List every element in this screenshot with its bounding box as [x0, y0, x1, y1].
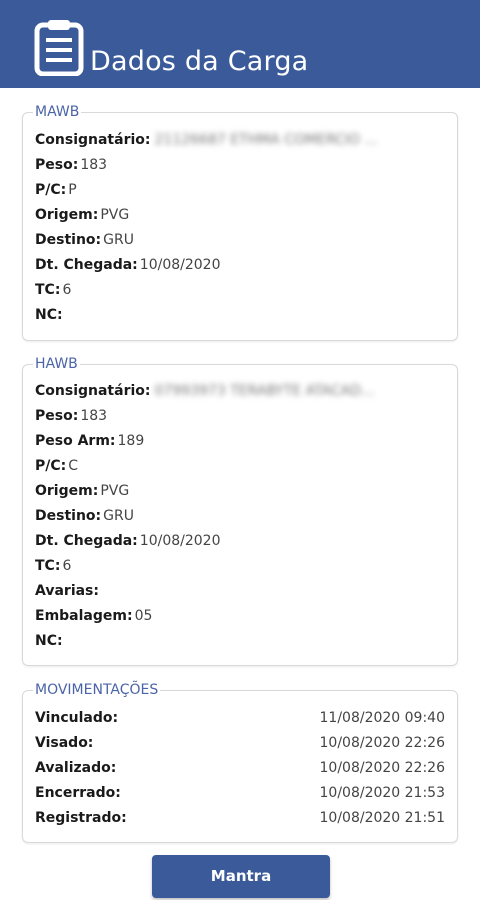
hawb-row-destino: Destino: GRU [35, 505, 445, 527]
field-label: Avarias: [35, 583, 99, 599]
timestamp: 10/08/2020 22:26 [319, 735, 446, 751]
hawb-legend: HAWB [33, 355, 80, 373]
field-label: Origem: [35, 207, 99, 223]
field-value: 07993973 TERABYTE ATACAD... [154, 383, 375, 399]
field-label: Dt. Chegada: [35, 533, 138, 549]
mantra-button[interactable]: Mantra [152, 855, 330, 898]
timestamp: 10/08/2020 21:51 [319, 810, 446, 826]
field-value: GRU [103, 232, 134, 248]
field-label: Avalizado: [35, 760, 117, 776]
field-label: Vinculado: [35, 710, 119, 726]
field-label: TC: [35, 558, 61, 574]
field-value: P [68, 182, 77, 198]
mawb-row-destino: Destino: GRU [35, 229, 445, 251]
timestamp: 10/08/2020 22:26 [319, 760, 446, 776]
app-header: Dados da Carga [0, 0, 480, 88]
mawb-row-tc: TC: 6 [35, 279, 445, 301]
hawb-row-avarias: Avarias: [35, 580, 445, 602]
field-label: Consignatário: [35, 383, 151, 399]
field-label: Embalagem: [35, 608, 133, 624]
field-label: P/C: [35, 458, 67, 474]
field-label: Peso: [35, 157, 79, 173]
mov-row-visado: Visado: 10/08/2020 22:26 [35, 732, 445, 754]
movimentacoes-section: MOVIMENTAÇÕES Vinculado: 11/08/2020 09:4… [22, 681, 458, 843]
page-title: Dados da Carga [90, 46, 309, 77]
field-value: 10/08/2020 [139, 533, 221, 549]
field-value: 6 [62, 282, 72, 298]
hawb-row-pc: P/C: C [35, 455, 445, 477]
field-value: GRU [103, 508, 134, 524]
field-value: 189 [117, 433, 145, 449]
hawb-row-consignatario: Consignatário: 07993973 TERABYTE ATACAD..… [35, 380, 445, 402]
mawb-row-dt-chegada: Dt. Chegada: 10/08/2020 [35, 254, 445, 276]
field-label: Consignatário: [35, 132, 151, 148]
field-label: Peso: [35, 408, 79, 424]
field-value: 05 [134, 608, 153, 624]
field-label: NC: [35, 307, 63, 323]
clipboard-list-icon [34, 20, 84, 76]
field-label: TC: [35, 282, 61, 298]
field-label: Destino: [35, 508, 102, 524]
hawb-row-nc: NC: [35, 630, 445, 652]
field-label: Visado: [35, 735, 94, 751]
hawb-row-peso-arm: Peso Arm: 189 [35, 430, 445, 452]
movimentacoes-legend: MOVIMENTAÇÕES [33, 681, 161, 699]
mawb-legend: MAWB [33, 103, 82, 121]
hawb-section: HAWB Consignatário: 07993973 TERABYTE ATA… [22, 355, 458, 666]
field-label: Destino: [35, 232, 102, 248]
field-value: 10/08/2020 [139, 257, 221, 273]
hawb-row-origem: Origem: PVG [35, 480, 445, 502]
field-value: 6 [62, 558, 72, 574]
mawb-row-pc: P/C: P [35, 179, 445, 201]
field-label: Dt. Chegada: [35, 257, 138, 273]
hawb-row-tc: TC: 6 [35, 555, 445, 577]
mov-row-encerrado: Encerrado: 10/08/2020 21:53 [35, 782, 445, 804]
field-label: Peso Arm: [35, 433, 116, 449]
field-value: 183 [80, 408, 108, 424]
hawb-row-peso: Peso: 183 [35, 405, 445, 427]
mawb-row-nc: NC: [35, 304, 445, 326]
field-label: Origem: [35, 483, 99, 499]
mov-row-vinculado: Vinculado: 11/08/2020 09:40 [35, 707, 445, 729]
field-label: Encerrado: [35, 785, 121, 801]
field-value: 21126687 ETHMA COMERCIO ... [154, 132, 378, 148]
field-label: NC: [35, 633, 63, 649]
field-label: P/C: [35, 182, 67, 198]
mawb-row-origem: Origem: PVG [35, 204, 445, 226]
timestamp: 11/08/2020 09:40 [319, 710, 446, 726]
mawb-row-peso: Peso: 183 [35, 154, 445, 176]
mawb-section: MAWB Consignatário: 21126687 ETHMA COMERC… [22, 103, 458, 341]
field-value: PVG [100, 483, 130, 499]
hawb-row-embalagem: Embalagem: 05 [35, 605, 445, 627]
hawb-row-dt-chegada: Dt. Chegada: 10/08/2020 [35, 530, 445, 552]
mov-row-registrado: Registrado: 10/08/2020 21:51 [35, 807, 445, 829]
field-value: PVG [100, 207, 130, 223]
field-label: Registrado: [35, 810, 127, 826]
mov-row-avalizado: Avalizado: 10/08/2020 22:26 [35, 757, 445, 779]
mawb-row-consignatario: Consignatário: 21126687 ETHMA COMERCIO ..… [35, 129, 445, 151]
timestamp: 10/08/2020 21:53 [319, 785, 446, 801]
field-value: 183 [80, 157, 108, 173]
field-value: C [68, 458, 79, 474]
